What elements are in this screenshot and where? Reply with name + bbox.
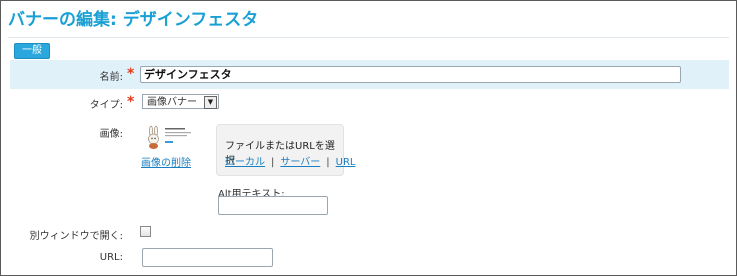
delete-image-link[interactable]: 画像の削除	[141, 154, 191, 169]
type-label: タイプ:	[89, 100, 123, 111]
open-new-window-checkbox[interactable]	[140, 226, 151, 237]
title-divider	[8, 37, 729, 38]
url-input[interactable]	[142, 248, 273, 267]
alt-text-input[interactable]	[218, 196, 328, 215]
type-select-value: 画像バナー	[147, 97, 197, 108]
local-link[interactable]: ローカル	[225, 157, 265, 168]
url-link[interactable]: URL	[336, 157, 356, 168]
tab-general[interactable]: 一般	[14, 43, 50, 59]
name-label: 名前:	[99, 72, 123, 83]
name-required-mark: *	[127, 66, 135, 82]
type-required-mark: *	[127, 94, 135, 110]
name-input[interactable]: デザインフェスタ	[140, 66, 681, 83]
link-separator: |	[326, 157, 330, 168]
file-picker-box: ファイルまたはURLを選択 ローカル | サーバー | URL	[216, 124, 356, 176]
link-separator: |	[271, 157, 275, 168]
type-select[interactable]: 画像バナー ▼	[142, 94, 219, 109]
url-label: URL:	[99, 252, 123, 263]
page-title: バナーの編集: デザインフェスタ	[8, 10, 259, 30]
picker-links: ローカル | サーバー | URL	[225, 153, 356, 168]
open-new-window-label: 別ウィンドウで開く:	[29, 231, 123, 242]
chevron-down-icon[interactable]: ▼	[204, 96, 217, 109]
banner-thumbnail	[148, 125, 191, 149]
image-label: 画像:	[99, 129, 123, 140]
server-link[interactable]: サーバー	[280, 157, 320, 168]
